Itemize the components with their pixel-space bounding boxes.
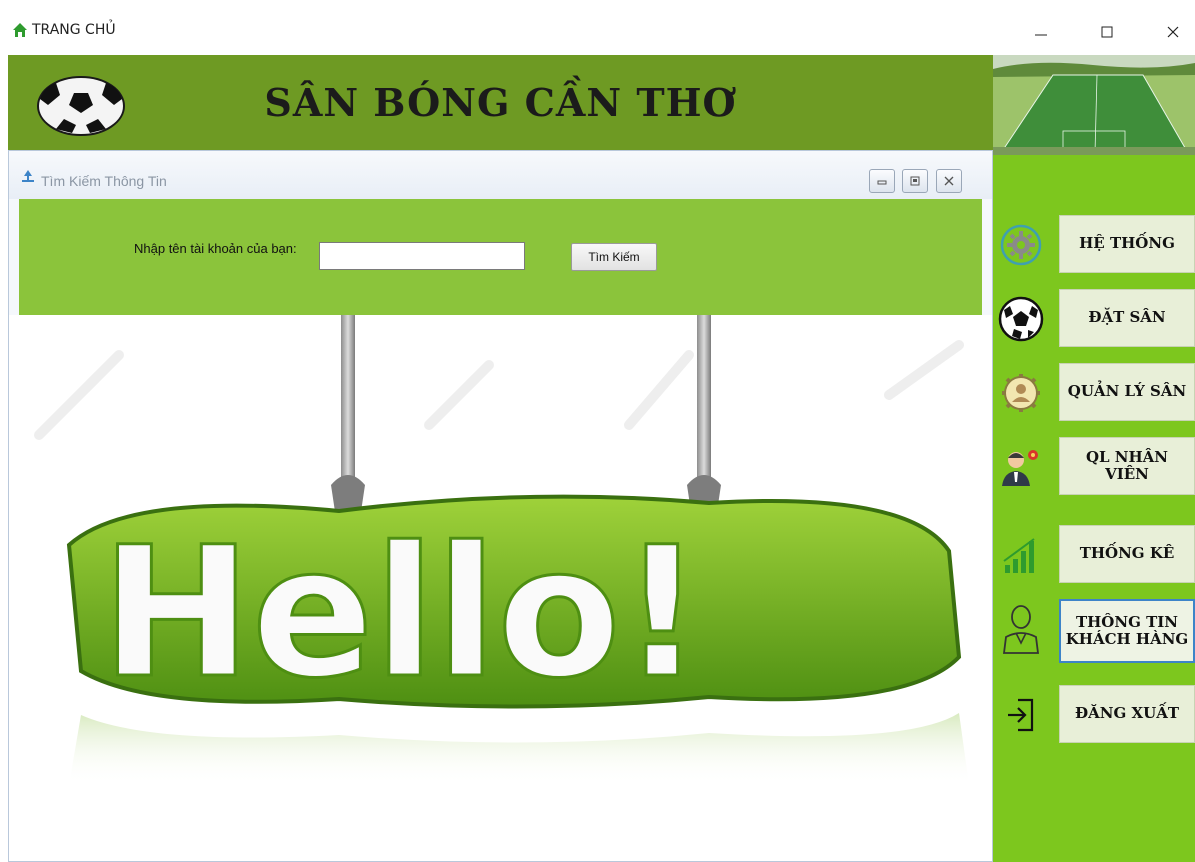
hello-banner-image: Hello! [9, 315, 992, 861]
window-maximize-button[interactable] [1084, 14, 1130, 50]
close-icon [1167, 26, 1179, 38]
child-minimize-button[interactable] [869, 169, 895, 193]
user-gear-icon [997, 369, 1045, 417]
thong-tin-khach-hang-button[interactable]: THÔNG TIN KHÁCH HÀNG [1059, 599, 1195, 663]
window-close-button[interactable] [1150, 14, 1195, 50]
logout-icon [997, 691, 1045, 739]
he-thong-button[interactable]: HỆ THỐNG [1059, 215, 1195, 273]
home-icon [13, 23, 27, 37]
sidebar-item-dang-xuat[interactable]: ĐĂNG XUẤT [993, 685, 1195, 743]
close-icon [944, 176, 954, 186]
bar-chart-icon [997, 531, 1045, 579]
soccer-field-photo [993, 55, 1195, 155]
maximize-icon [910, 176, 920, 186]
sidebar-item-ql-nhan-vien[interactable]: QL NHÂN VIÊN [993, 437, 1195, 495]
account-name-input[interactable] [319, 242, 525, 270]
staff-manager-icon [997, 443, 1045, 491]
quan-ly-san-button[interactable]: QUẢN LÝ SÂN [1059, 363, 1195, 421]
ql-nhan-vien-button[interactable]: QL NHÂN VIÊN [1059, 437, 1195, 495]
app-header: SÂN BÓNG CẦN THƠ [8, 55, 993, 150]
child-maximize-button[interactable] [902, 169, 928, 193]
search-panel: Nhập tên tài khoản của bạn: Tìm Kiếm [19, 199, 982, 315]
search-window: Tìm Kiếm Thông Tin Nhập tên tài khoản củ… [8, 150, 993, 862]
minimize-icon [877, 180, 887, 185]
sidebar: HỆ THỐNG ĐẶT SÂN QUẢN LÝ SÂN QL NHÂN VIÊ… [993, 155, 1195, 862]
search-window-titlebar: Tìm Kiếm Thông Tin [9, 151, 992, 199]
customer-icon [997, 605, 1045, 654]
sidebar-item-quan-ly-san[interactable]: QUẢN LÝ SÂN [993, 363, 1195, 421]
sidebar-item-thong-tin-khach-hang[interactable]: THÔNG TIN KHÁCH HÀNG [993, 599, 1195, 663]
tree-icon [22, 170, 34, 182]
sidebar-item-he-thong[interactable]: HỆ THỐNG [993, 215, 1195, 273]
sidebar-item-dat-san[interactable]: ĐẶT SÂN [993, 289, 1195, 347]
gear-refresh-icon [997, 221, 1045, 269]
maximize-icon [1101, 26, 1113, 38]
thong-ke-button[interactable]: THỐNG KÊ [1059, 525, 1195, 583]
app-title: SÂN BÓNG CẦN THƠ [264, 80, 737, 125]
dat-san-button[interactable]: ĐẶT SÂN [1059, 289, 1195, 347]
window-titlebar: TRANG CHỦ [0, 0, 1195, 55]
window-minimize-button[interactable] [1018, 14, 1064, 50]
soccer-ball-icon [997, 295, 1045, 343]
minimize-icon [1035, 34, 1047, 36]
search-window-title: Tìm Kiếm Thông Tin [41, 173, 167, 189]
account-name-label: Nhập tên tài khoản của bạn: [134, 241, 297, 256]
dang-xuat-button[interactable]: ĐĂNG XUẤT [1059, 685, 1195, 743]
child-close-button[interactable] [936, 169, 962, 193]
window-title: TRANG CHỦ [32, 22, 116, 38]
sidebar-item-thong-ke[interactable]: THỐNG KÊ [993, 525, 1195, 583]
hello-banner-text: Hello! [101, 509, 703, 718]
search-button[interactable]: Tìm Kiếm [571, 243, 657, 271]
